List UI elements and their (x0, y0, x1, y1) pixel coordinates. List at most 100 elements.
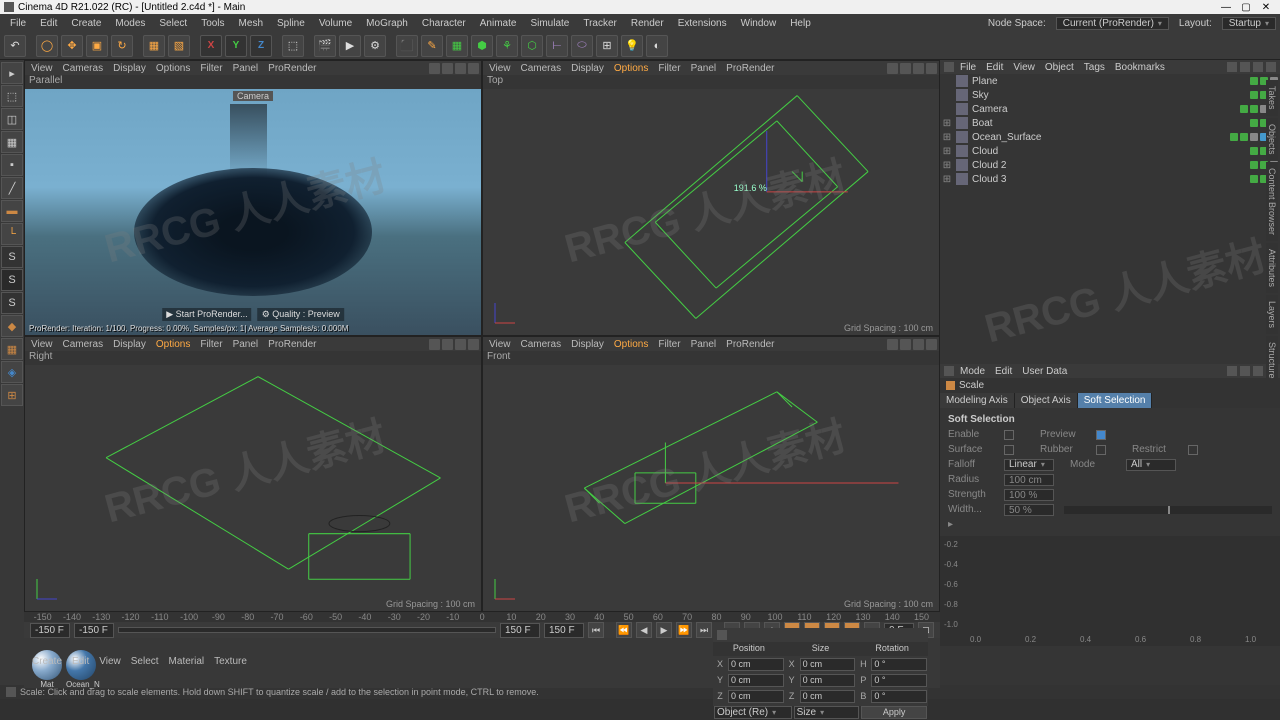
render-options-icon[interactable]: ⚙ (364, 35, 386, 57)
make-editable-icon[interactable]: ▸ (1, 62, 23, 84)
locked-workplane-icon[interactable]: ⊞ (1, 384, 23, 406)
prev-key-button[interactable]: ⏪ (616, 622, 632, 638)
goto-start-button[interactable]: ⏮ (588, 622, 604, 638)
menu-simulate[interactable]: Simulate (524, 18, 575, 29)
apply-button[interactable]: Apply (861, 706, 927, 719)
tag-icon[interactable]: ⬭ (571, 35, 593, 57)
enable-axis-icon[interactable]: S (1, 246, 23, 268)
generator-icon[interactable]: ▦ (446, 35, 468, 57)
menu-mesh[interactable]: Mesh (233, 18, 269, 29)
path-icon[interactable] (1253, 62, 1263, 72)
menu-tracker[interactable]: Tracker (577, 18, 623, 29)
menu-help[interactable]: Help (784, 18, 817, 29)
mograph-icon[interactable]: ⬡ (521, 35, 543, 57)
snap-icon[interactable]: S (1, 292, 23, 314)
tab-soft-selection[interactable]: Soft Selection (1078, 393, 1153, 408)
enable-snap-icon[interactable]: ◆ (1, 315, 23, 337)
mat-menu-select[interactable]: Select (127, 656, 163, 670)
object-row[interactable]: Plane (940, 74, 1280, 88)
fwd-icon[interactable] (1240, 366, 1250, 376)
tab-attributes[interactable]: Attributes (1266, 243, 1278, 293)
viewport-solo-icon[interactable]: S (1, 269, 23, 291)
locked-tool-icon[interactable]: ▧ (168, 35, 190, 57)
mat-menu-edit[interactable]: Edit (68, 656, 93, 670)
object-tree[interactable]: PlaneSkyCamera⊞Boat⊞Ocean_Surface⊞Cloud⊞… (940, 74, 1280, 364)
render-view-icon[interactable]: ▶ (339, 35, 361, 57)
object-mode-dropdown[interactable]: Object (Re) (714, 706, 792, 719)
object-row[interactable]: ⊞Boat (940, 116, 1280, 130)
mat-menu-texture[interactable]: Texture (210, 656, 251, 670)
z-axis-button[interactable]: Z (250, 35, 272, 57)
axis-mode-icon[interactable]: └ (1, 223, 23, 245)
object-row[interactable]: Sky (940, 88, 1280, 102)
menu-extensions[interactable]: Extensions (672, 18, 733, 29)
close-button[interactable]: ✕ (1256, 2, 1276, 13)
mode-dropdown[interactable]: All (1126, 459, 1176, 471)
mat-menu-view[interactable]: View (95, 656, 125, 670)
falloff-dropdown[interactable]: Linear (1004, 459, 1054, 471)
coord-system-icon[interactable]: ⬚ (282, 35, 304, 57)
tab-modeling-axis[interactable]: Modeling Axis (940, 393, 1015, 408)
primitive-icon[interactable]: ⬛ (396, 35, 418, 57)
next-key-button[interactable]: ⏩ (676, 622, 692, 638)
goto-end-button[interactable]: ⏭ (696, 622, 712, 638)
tab-takes[interactable]: Takes (1266, 80, 1278, 116)
y-axis-button[interactable]: Y (225, 35, 247, 57)
menu-select[interactable]: Select (153, 18, 193, 29)
tab-structure[interactable]: Structure (1266, 336, 1278, 385)
camera-icon[interactable]: ⊞ (596, 35, 618, 57)
selection-tool-icon[interactable]: ◯ (36, 35, 58, 57)
tab-layers[interactable]: Layers (1266, 295, 1278, 334)
point-mode-icon[interactable]: ▪ (1, 154, 23, 176)
preview-checkbox[interactable] (1096, 430, 1106, 440)
minimize-button[interactable]: — (1216, 2, 1236, 13)
quality-preview-button[interactable]: ⚙ Quality : Preview (258, 308, 344, 321)
node-space-dropdown[interactable]: Current (ProRender) (1056, 17, 1169, 30)
model-mode-icon[interactable]: ⬚ (1, 85, 23, 107)
spline-icon[interactable]: ✎ (421, 35, 443, 57)
rotate-tool-icon[interactable]: ↻ (111, 35, 133, 57)
workplane-snap-icon[interactable]: ▦ (1, 338, 23, 360)
back-icon[interactable] (1227, 366, 1237, 376)
hamburger-icon[interactable] (944, 366, 954, 376)
tab-content-browser[interactable]: Content Browser (1266, 162, 1278, 241)
restrict-checkbox[interactable] (1188, 445, 1198, 455)
edge-mode-icon[interactable]: ╱ (1, 177, 23, 199)
flat-icon[interactable] (1266, 62, 1276, 72)
viewport-parallel[interactable]: ViewCamerasDisplayOptionsFilterPanelProR… (25, 61, 481, 335)
hamburger-icon[interactable] (944, 62, 954, 72)
render-settings-icon[interactable]: 🎬 (314, 35, 336, 57)
width-input[interactable]: 50 % (1004, 504, 1054, 516)
deformer-icon[interactable]: ⬢ (471, 35, 493, 57)
menu-render[interactable]: Render (625, 18, 670, 29)
viewport-right[interactable]: ViewCamerasDisplayOptionsFilterPanelProR… (25, 337, 481, 611)
menu-edit[interactable]: Edit (34, 18, 63, 29)
layout-dropdown[interactable]: Startup (1222, 17, 1276, 30)
bulb-icon[interactable]: ◐ (646, 35, 668, 57)
object-row[interactable]: Camera (940, 102, 1280, 116)
menu-volume[interactable]: Volume (313, 18, 358, 29)
hamburger-icon[interactable] (717, 630, 727, 640)
field-icon[interactable]: ⊢ (546, 35, 568, 57)
filter-icon[interactable] (1240, 62, 1250, 72)
menu-file[interactable]: File (4, 18, 32, 29)
menu-character[interactable]: Character (416, 18, 472, 29)
texture-mode-icon[interactable]: ◫ (1, 108, 23, 130)
x-axis-button[interactable]: X (200, 35, 222, 57)
viewport-top[interactable]: ViewCamerasDisplayOptionsFilterPanelProR… (483, 61, 939, 335)
falloff-graph[interactable]: -0.2 -0.4 -0.6 -0.8 -1.0 0.0 0.2 0.4 0.6… (940, 536, 1280, 646)
search-icon[interactable] (1227, 62, 1237, 72)
maximize-button[interactable]: ▢ (1236, 2, 1256, 13)
timeline-end[interactable]: 150 F (500, 623, 540, 638)
timeline-end2[interactable]: 150 F (544, 623, 584, 638)
tab-object-axis[interactable]: Object Axis (1015, 393, 1078, 408)
menu-tools[interactable]: Tools (195, 18, 230, 29)
viewport-front[interactable]: ViewCamerasDisplayOptionsFilterPanelProR… (483, 337, 939, 611)
menu-mograph[interactable]: MoGraph (360, 18, 414, 29)
strength-input[interactable]: 100 % (1004, 489, 1054, 501)
object-row[interactable]: ⊞Cloud 2 (940, 158, 1280, 172)
radius-input[interactable]: 100 cm (1004, 474, 1054, 486)
undo-icon[interactable]: ↶ (4, 35, 26, 57)
workplane-icon[interactable]: ▦ (1, 131, 23, 153)
menu-modes[interactable]: Modes (109, 18, 151, 29)
